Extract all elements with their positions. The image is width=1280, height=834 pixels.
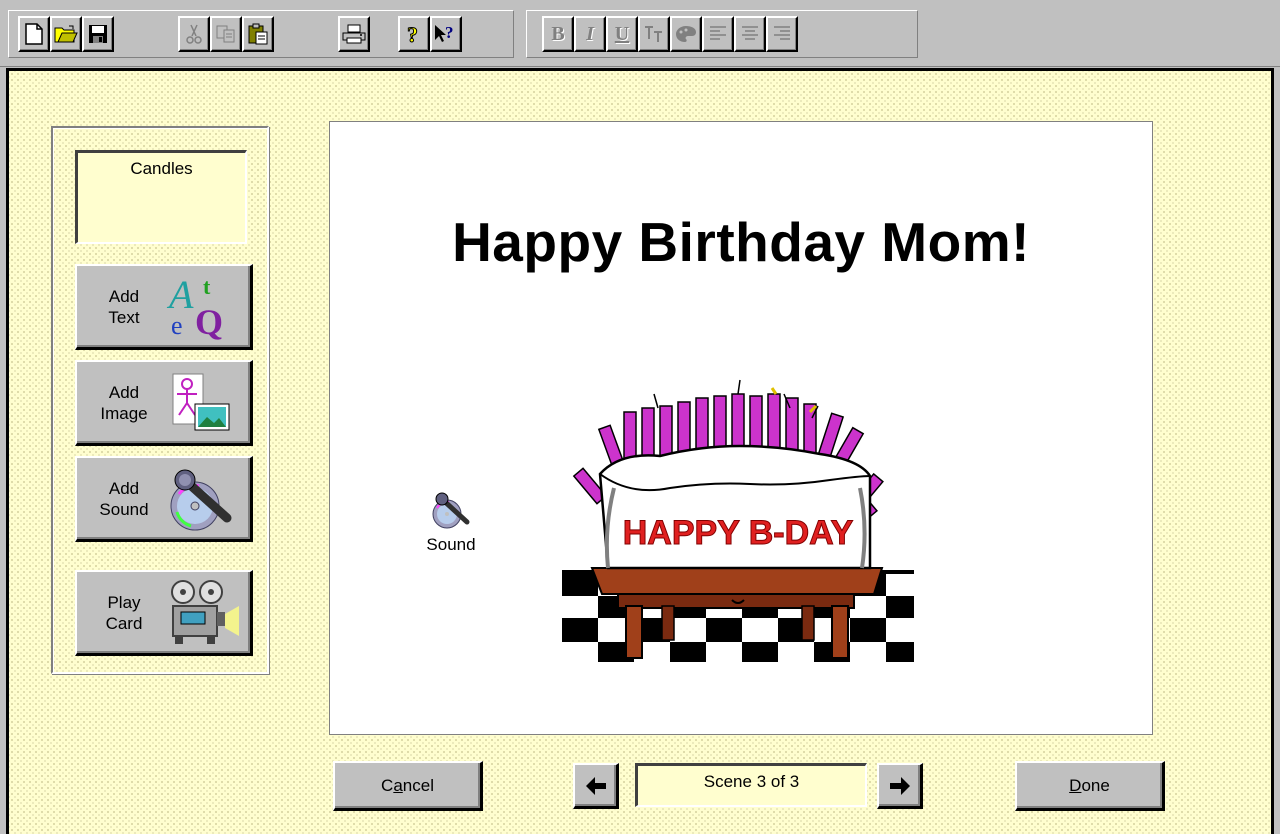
stick-figure-picture-icon [172, 373, 230, 431]
bold-button[interactable]: B [542, 16, 574, 52]
color-palette-icon[interactable] [670, 16, 702, 52]
film-projector-icon [171, 580, 239, 644]
save-disk-icon[interactable] [82, 16, 114, 52]
text-letters-icon: A t e Q [166, 272, 223, 340]
svg-text:?: ? [407, 22, 418, 46]
done-button[interactable]: Done [1015, 761, 1165, 811]
add-image-label: Add Image [100, 382, 148, 423]
done-label: Done [1069, 775, 1110, 795]
svg-text:Q: Q [195, 302, 223, 340]
arrow-right-icon [889, 776, 910, 795]
add-sound-label: Add Sound [99, 478, 149, 519]
card-title-text[interactable]: Happy Birthday Mom! [330, 210, 1152, 274]
previous-scene-button[interactable] [573, 763, 619, 809]
copy-icon[interactable] [210, 16, 242, 52]
underline-button[interactable]: U [606, 16, 638, 52]
scene-tools-panel: Candles Add Text A t e Q Add Image Add S… [51, 126, 269, 674]
new-document-icon[interactable] [18, 16, 50, 52]
microphone-cd-icon [170, 469, 232, 531]
play-card-button[interactable]: Play Card [75, 570, 253, 656]
add-image-button[interactable]: Add Image [75, 360, 253, 446]
next-scene-button[interactable] [877, 763, 923, 809]
svg-text:?: ? [445, 23, 454, 42]
scene-counter-field: Scene 3 of 3 [635, 763, 867, 807]
card-canvas[interactable]: Happy Birthday Mom! Sound HAPPY B-DAY [329, 121, 1153, 735]
cancel-label: Cancel [381, 775, 434, 795]
add-text-button[interactable]: Add Text A t e Q [75, 264, 253, 350]
scene-counter-text: Scene 3 of 3 [703, 772, 800, 791]
sound-object-label: Sound [426, 535, 476, 554]
open-folder-icon[interactable] [50, 16, 82, 52]
microphone-cd-icon [432, 492, 470, 529]
italic-label: I [586, 22, 594, 45]
align-left-icon[interactable] [702, 16, 734, 52]
add-text-label: Add Text [108, 286, 140, 327]
scene-name-field[interactable]: Candles [75, 150, 247, 244]
add-sound-button[interactable]: Add Sound [75, 456, 253, 542]
paste-icon[interactable] [242, 16, 274, 52]
birthday-cake-image[interactable]: HAPPY B-DAY [562, 378, 918, 662]
cancel-button[interactable]: Cancel [333, 761, 483, 811]
align-center-icon[interactable] [734, 16, 766, 52]
play-card-label: Play Card [105, 592, 143, 633]
arrow-left-icon [585, 776, 606, 795]
scene-name-text: Candles [130, 159, 193, 178]
bold-label: B [551, 22, 565, 45]
sound-object[interactable]: Sound [416, 490, 486, 555]
toolbar: ? ? B I U [0, 0, 1280, 67]
svg-text:e: e [171, 311, 183, 340]
svg-text:t: t [203, 274, 211, 299]
printer-icon[interactable] [338, 16, 370, 52]
help-question-icon[interactable]: ? [398, 16, 430, 52]
cut-scissors-icon[interactable] [178, 16, 210, 52]
card-editor-panel: Candles Add Text A t e Q Add Image Add S… [6, 68, 1274, 834]
context-help-icon[interactable]: ? [430, 16, 462, 52]
italic-button[interactable]: I [574, 16, 606, 52]
underline-label: U [614, 22, 630, 45]
align-right-icon[interactable] [766, 16, 798, 52]
text-size-icon[interactable] [638, 16, 670, 52]
cake-banner-text: HAPPY B-DAY [623, 514, 854, 552]
